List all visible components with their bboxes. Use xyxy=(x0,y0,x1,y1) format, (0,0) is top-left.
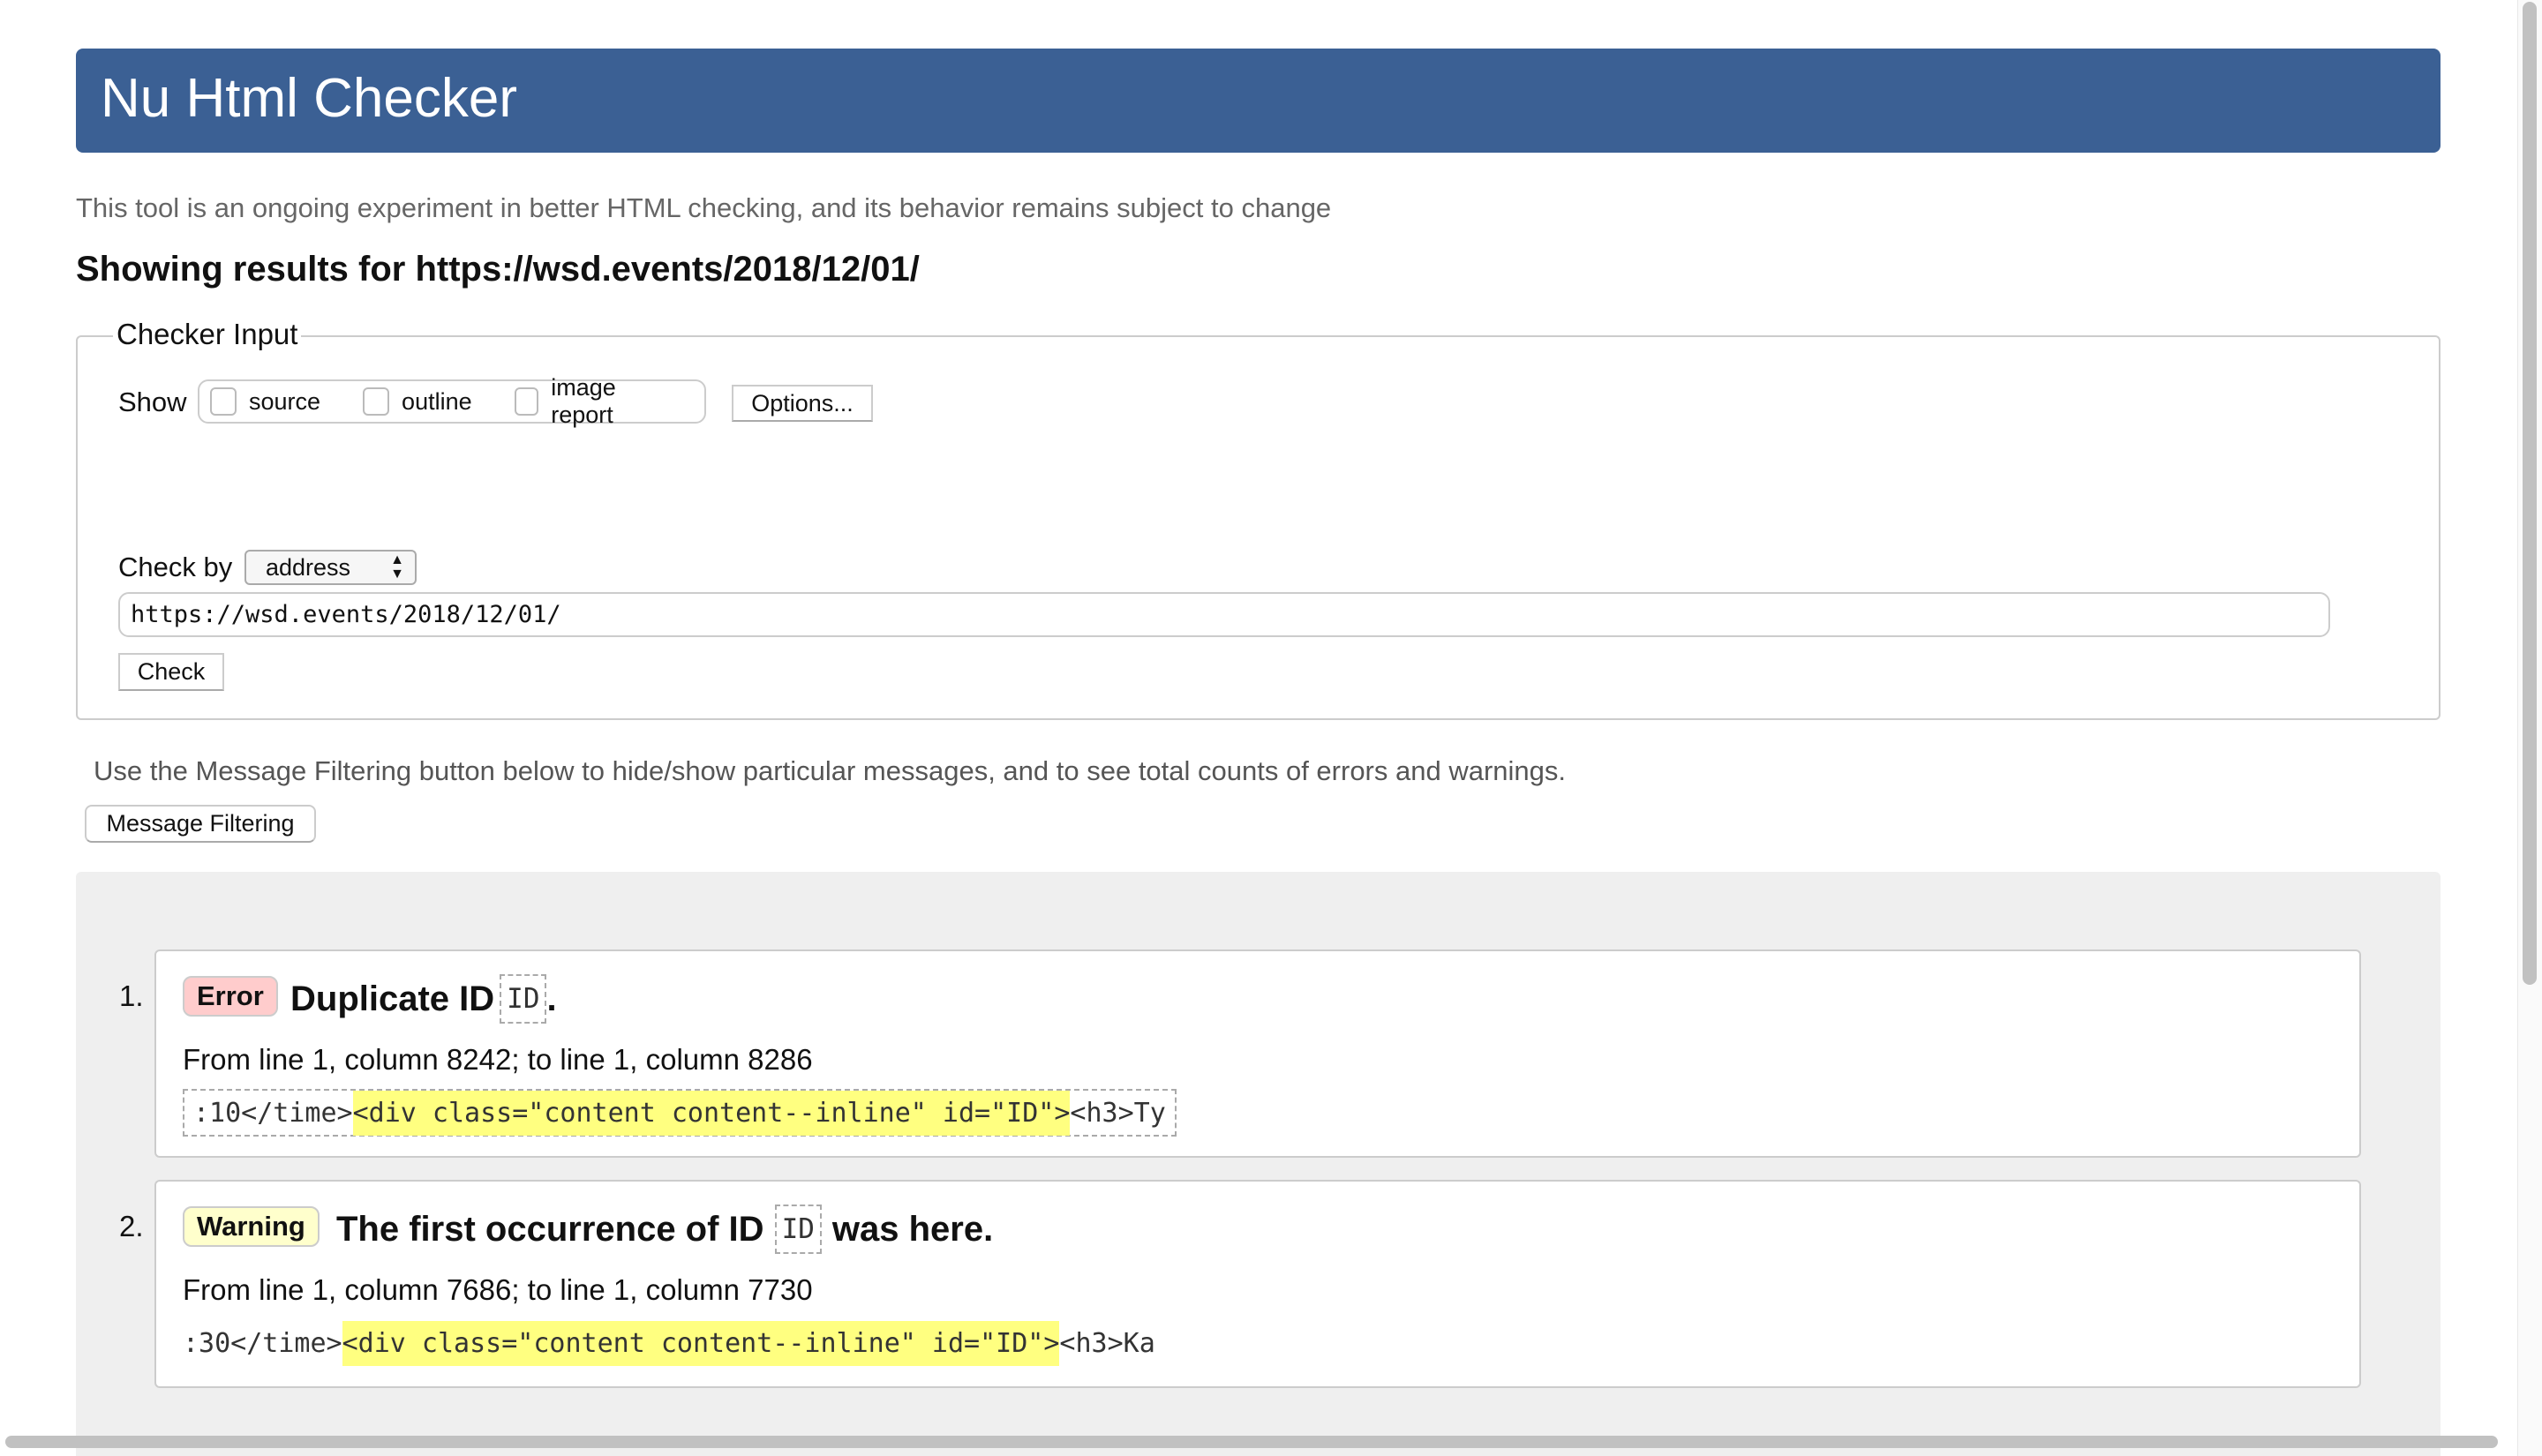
fieldset-legend: Checker Input xyxy=(113,318,302,351)
checkbox-icon[interactable] xyxy=(514,387,539,416)
outline-checkbox[interactable]: outline xyxy=(363,387,472,416)
check-by-select[interactable]: address ▲ ▼ xyxy=(244,550,417,585)
message-code: ID xyxy=(500,974,547,1024)
show-label: Show xyxy=(118,387,187,417)
checkbox-icon[interactable] xyxy=(210,387,237,416)
page-header: Nu Html Checker xyxy=(76,49,2440,153)
source-checkbox[interactable]: source xyxy=(210,387,320,416)
checker-input-fieldset: Checker Input Show source outline image … xyxy=(76,318,2440,720)
filter-instructions: Use the Message Filtering button below t… xyxy=(94,755,1567,786)
message-title: The first occurrence of ID ID was here. xyxy=(336,1205,993,1254)
options-button[interactable]: Options... xyxy=(732,385,873,422)
message-extract: :10</time> <div class="content content--i… xyxy=(183,1089,1177,1137)
url-input[interactable]: https://wsd.events/2018/12/01/ xyxy=(118,592,2330,637)
page-title: Nu Html Checker xyxy=(101,68,517,129)
results-panel: 1. Error Duplicate ID ID . From line 1, … xyxy=(76,872,2440,1456)
tagline: This tool is an ongoing experiment in be… xyxy=(76,192,1332,223)
message-item: 2. Warning The first occurrence of ID ID… xyxy=(119,1180,2361,1388)
vertical-scrollbar[interactable] xyxy=(2523,2,2537,985)
message-extract: :30</time> <div class="content content--i… xyxy=(174,1319,1164,1367)
error-badge: Error xyxy=(183,976,278,1017)
horizontal-scrollbar[interactable] xyxy=(5,1436,2498,1448)
show-options-group: source outline image report xyxy=(198,374,706,428)
message-location: From line 1, column 7686; to line 1, col… xyxy=(183,1273,813,1306)
select-arrows-icon: ▲ ▼ xyxy=(390,552,404,582)
check-button[interactable]: Check xyxy=(118,653,224,691)
message-number: 2. xyxy=(119,1210,144,1242)
results-heading: Showing results for https://wsd.events/2… xyxy=(76,250,920,289)
message-location: From line 1, column 8242; to line 1, col… xyxy=(183,1043,813,1076)
message-filtering-button[interactable]: Message Filtering xyxy=(85,805,316,843)
message-title: Duplicate ID ID . xyxy=(290,974,557,1024)
message-item: 1. Error Duplicate ID ID . From line 1, … xyxy=(119,949,2361,1158)
check-by-label: Check by xyxy=(118,552,233,582)
warning-badge: Warning xyxy=(183,1206,320,1247)
message-number: 1. xyxy=(119,979,144,1012)
checkbox-icon[interactable] xyxy=(363,387,390,416)
message-code: ID xyxy=(774,1205,822,1254)
image-report-checkbox[interactable]: image report xyxy=(514,374,673,429)
